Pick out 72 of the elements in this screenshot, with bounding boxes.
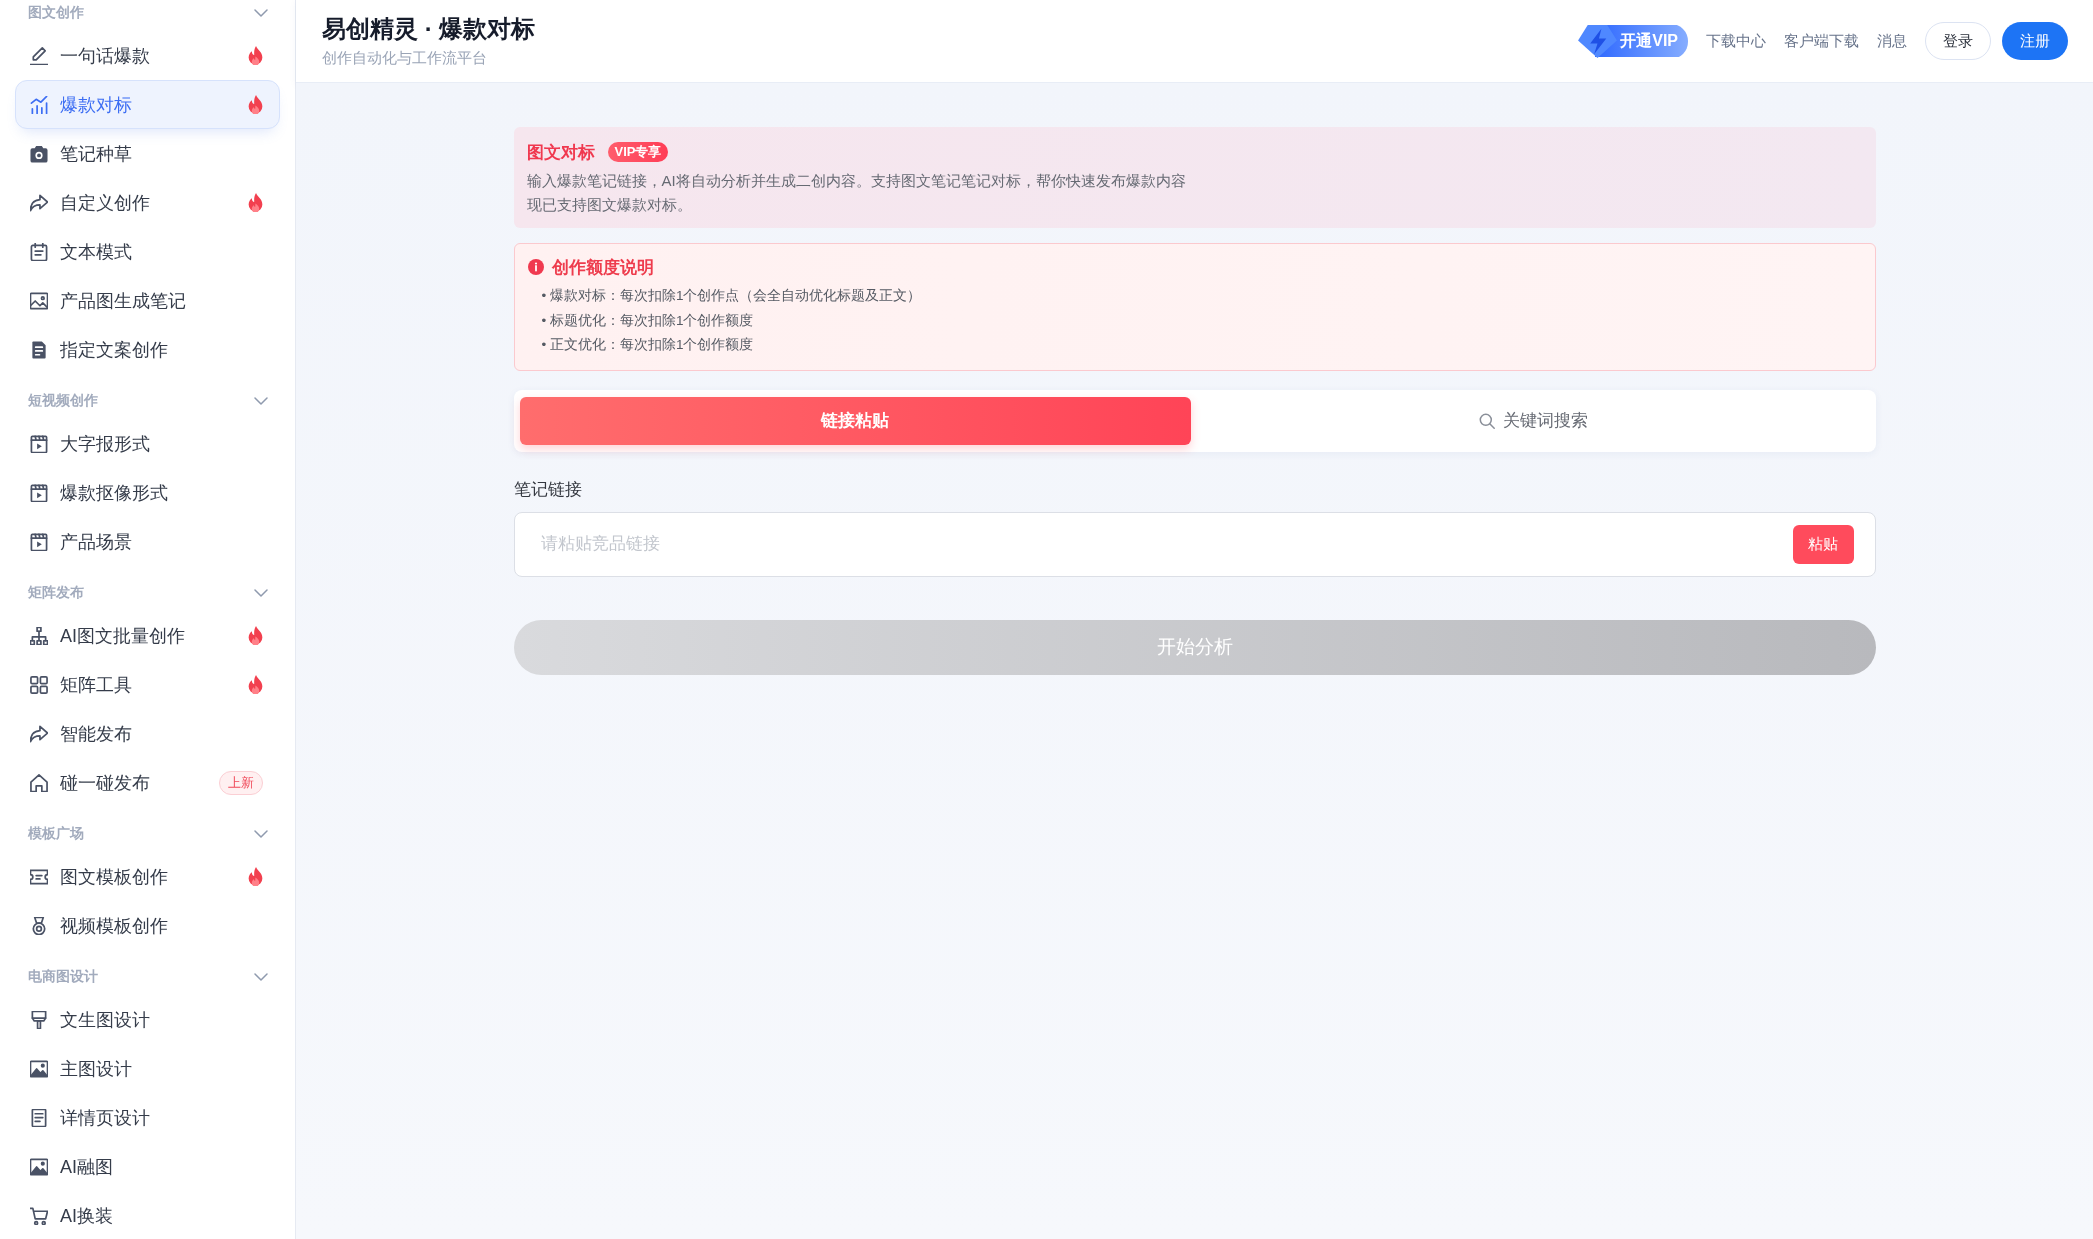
landscape-picture-icon (30, 1059, 48, 1078)
sidebar-item[interactable]: 自定义创作 (15, 178, 280, 227)
sidebar-item[interactable]: 文生图设计 (15, 995, 280, 1044)
document-icon (30, 340, 48, 359)
sidebar-item[interactable]: 指定文案创作 (15, 325, 280, 374)
grid-icon (30, 675, 48, 694)
description-text: 输入爆款笔记链接，AI将自动分析并生成二创内容。支持图文笔记笔记对标，帮你快速发布爆款内容 现已支持图文爆款对标。 (526, 171, 1187, 215)
sidebar-item[interactable]: 产品场景 (15, 517, 280, 566)
share-arrow-icon (30, 193, 48, 212)
home-icon (30, 773, 48, 792)
register-button[interactable]: 注册 (2002, 22, 2068, 60)
sidebar-item[interactable]: 碰一碰发布 上新 (15, 758, 280, 807)
landscape-picture-icon (30, 1157, 48, 1176)
page-subtitle: 创作自动化与工作流平台 (322, 48, 488, 68)
video-frame-icon (30, 434, 48, 453)
chevron-down-icon[interactable] (254, 830, 268, 838)
sidebar-item[interactable]: 主图设计 (15, 1044, 280, 1093)
bar-chart-icon (30, 95, 48, 114)
sidebar-item[interactable]: 爆款对标 (15, 80, 280, 129)
sidebar-item[interactable]: 一句话爆款 (15, 31, 280, 80)
quota-rule: • 标题优化：每次扣除1个创作额度 (540, 311, 755, 330)
sidebar-item[interactable]: 智能发布 (15, 709, 280, 758)
pencil-icon (30, 46, 48, 65)
cart-icon (30, 1206, 48, 1225)
medal-icon (30, 916, 48, 935)
info-icon (527, 259, 544, 275)
quota-rule: • 正文优化：每次扣除1个创作额度 (540, 336, 755, 354)
chevron-down-icon[interactable] (254, 397, 268, 405)
field-label: 笔记链接 (513, 478, 583, 501)
nav-link[interactable]: 客户端下载 (1784, 31, 1859, 51)
section-title: 电商图设计 (28, 968, 98, 986)
nav-link[interactable]: 下载中心 (1706, 31, 1766, 51)
panel-title: 图文对标 (526, 141, 595, 164)
video-frame-icon (30, 483, 48, 502)
quota-rule: • 爆款对标：每次扣除1个创作点（会全自动优化标题及正文） (540, 287, 923, 305)
chevron-down-icon[interactable] (254, 973, 268, 981)
vip-badge: VIP专享 (607, 142, 669, 162)
section-title: 短视频创作 (28, 392, 98, 410)
section-title: 模板广场 (28, 825, 84, 843)
chevron-down-icon[interactable] (254, 589, 268, 597)
camera-icon (30, 144, 48, 163)
page-icon (30, 1108, 48, 1127)
share-arrow-icon (30, 724, 48, 743)
brush-icon (30, 1010, 48, 1029)
sidebar-item[interactable]: 矩阵工具 (15, 660, 280, 709)
sidebar-item[interactable]: 详情页设计 (15, 1093, 280, 1142)
panel-title: 创作额度说明 (551, 256, 654, 279)
page-title: 易创精灵 · 爆款对标 (322, 14, 536, 44)
image-icon (30, 291, 48, 310)
video-frame-icon (30, 532, 48, 551)
sidebar-item[interactable]: 文本模式 (15, 227, 280, 276)
sidebar-item[interactable]: 大字报形式 (15, 419, 280, 468)
sidebar-item[interactable]: 笔记种草 (15, 129, 280, 178)
ticket-icon (30, 867, 48, 886)
sidebar-item[interactable]: 视频模板创作 (15, 901, 280, 950)
hierarchy-icon (30, 626, 48, 645)
sidebar-item[interactable]: AI图文批量创作 (15, 611, 280, 660)
chevron-down-icon[interactable] (254, 9, 268, 17)
new-badge: 上新 (219, 770, 263, 795)
search-icon (1479, 412, 1496, 429)
lightning-icon (1577, 23, 1619, 59)
login-button[interactable]: 登录 (1925, 22, 1991, 60)
notepad-icon (30, 242, 48, 261)
tab[interactable]: 关键词搜索 (1198, 396, 1870, 445)
nav-link[interactable]: 消息 (1877, 31, 1907, 51)
sidebar-item[interactable]: 爆款抠像形式 (15, 468, 280, 517)
section-title: 矩阵发布 (28, 584, 84, 602)
section-title: 图文创作 (28, 4, 84, 22)
sidebar-item[interactable]: AI融图 (15, 1142, 280, 1191)
sidebar-item[interactable]: AI换装 (15, 1191, 280, 1239)
sidebar-item[interactable]: 图文模板创作 (15, 852, 280, 901)
sidebar-item[interactable]: 产品图生成笔记 (15, 276, 280, 325)
